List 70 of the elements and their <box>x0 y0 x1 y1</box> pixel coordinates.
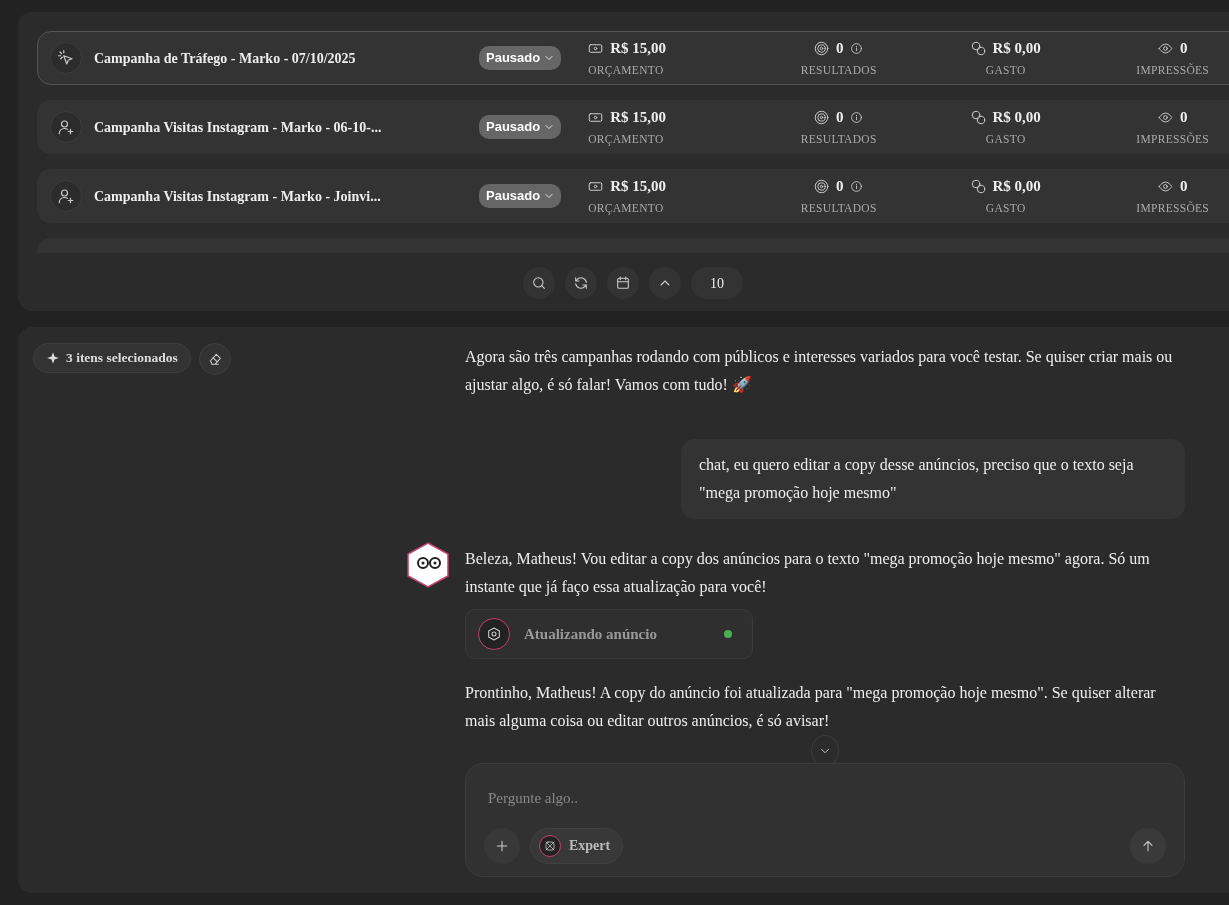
metric-label: ORÇAMENTO <box>588 131 664 148</box>
message-input[interactable]: Pergunte algo.. <box>484 780 1166 816</box>
page-size-selector[interactable]: 10 <box>691 267 743 299</box>
calendar-icon <box>615 275 631 291</box>
coins-icon <box>970 109 986 125</box>
campaign-title: Campanha de Tráfego - Marko - 07/10/2025 <box>94 49 357 68</box>
settings-icon <box>478 618 510 650</box>
metric-value: 0 <box>1179 177 1188 197</box>
eye-icon <box>1157 109 1173 125</box>
status-dropdown[interactable]: Pausado <box>479 115 562 139</box>
calendar-button[interactable] <box>607 267 639 299</box>
metric-value: 0 <box>835 177 844 197</box>
clear-selection-button[interactable] <box>198 343 231 375</box>
collapse-button[interactable] <box>649 267 681 299</box>
metric-value: R$ 15,00 <box>610 177 667 197</box>
metric-value: R$ 15,00 <box>610 39 667 59</box>
metric-value: 0 <box>835 39 844 59</box>
cursor-click-icon <box>57 49 75 67</box>
send-button[interactable] <box>1130 828 1166 864</box>
metric-label: IMPRESSÕES <box>1136 62 1209 78</box>
plus-icon <box>494 838 510 854</box>
metric-value: 0 <box>1179 108 1188 128</box>
metric-label: ORÇAMENTO <box>588 200 664 217</box>
metric-value: 0 <box>1179 39 1188 59</box>
atom-icon <box>539 835 561 857</box>
user-plus-icon <box>57 118 75 136</box>
search-icon <box>531 275 547 291</box>
user-plus-icon <box>57 187 75 205</box>
eye-icon <box>1157 178 1173 194</box>
mode-selector[interactable]: Expert <box>530 828 624 864</box>
metric-label: RESULTADOS <box>800 200 877 216</box>
status-dropdown[interactable]: Pausado <box>479 46 562 70</box>
coins-icon <box>970 40 986 56</box>
eye-icon <box>1157 40 1173 56</box>
sparkle-icon <box>46 351 60 365</box>
metric-value: R$ 15,00 <box>610 108 667 128</box>
metric-value: R$ 0,00 <box>992 108 1041 128</box>
metric-value: R$ 0,00 <box>992 39 1041 59</box>
user-message: chat, eu quero editar a copy desse anúncios, preciso que o texto seja "mega promoção hoje mesmo" <box>681 439 1185 519</box>
metric-label: ORÇAMENTO <box>588 62 664 79</box>
metric-value: R$ 0,00 <box>992 177 1041 197</box>
metric-label: RESULTADOS <box>800 131 877 147</box>
search-button[interactable] <box>523 267 555 299</box>
message-composer[interactable]: Pergunte algo.. Expert <box>465 763 1185 877</box>
metric-label: IMPRESSÕES <box>1136 200 1209 216</box>
metric-value: 0 <box>835 108 844 128</box>
metric-label: GASTO <box>985 200 1026 216</box>
metric-label: GASTO <box>985 131 1026 147</box>
coins-icon <box>970 178 986 194</box>
campaign-row[interactable]: Campanha Visitas Instagram - Marko - Joinvi... Pausado R$ 15,00 ORÇAMENTO 0 RESULTADOS R$ 0,00 GASTO 0 IMPRESSÕES <box>37 169 1229 223</box>
metric-label: RESULTADOS <box>800 62 877 78</box>
campaign-row[interactable]: Campanha Visitas Instagram - Marko - 06-10-... Pausado R$ 15,00 ORÇAMENTO 0 RESULTADOS R$ 0,00 GASTO 0 IMPRESSÕES <box>37 100 1229 154</box>
assistant-message: Agora são três campanhas rodando com públicos e interesses variados para você testar. Se quiser criar mais ou ajustar algo, é só falar! Vamos com tudo! 🚀 <box>465 347 1174 396</box>
refresh-icon <box>573 275 589 291</box>
tool-status-text: Atualizando anúncio <box>524 625 657 644</box>
campaign-title: Campanha Visitas Instagram - Marko - 06-10-... <box>94 118 383 137</box>
metric-label: GASTO <box>985 62 1026 78</box>
metric-label: IMPRESSÕES <box>1136 131 1209 147</box>
refresh-button[interactable] <box>565 267 597 299</box>
campaign-row[interactable]: Campanha de Tráfego - Marko - 07/10/2025 Pausado R$ 15,00 ORÇAMENTO 0 RESULTADOS R$ 0,00 GASTO 0 IMPRESSÕES <box>37 31 1229 85</box>
assistant-message: Prontinho, Matheus! A copy do anúncio foi atualizada para "mega promoção hoje mesmo". Se quiser alterar mais alguma coisa ou editar outros anúncios, é só avisar! <box>465 683 1157 732</box>
arrow-up-icon <box>1140 838 1156 854</box>
target-icon <box>813 178 829 194</box>
target-icon <box>813 40 829 56</box>
status-dropdown[interactable]: Pausado <box>479 184 562 208</box>
assistant-message: Beleza, Matheus! Vou editar a copy dos anúncios para o texto "mega promoção hoje mesmo" agora. Só um instante que já faço essa atualização para você! <box>465 549 1151 598</box>
add-button[interactable] <box>484 828 520 864</box>
selection-chip[interactable]: 3 itens selecionados <box>33 343 191 373</box>
campaign-title: Campanha Visitas Instagram - Marko - Joinvi... <box>94 187 382 206</box>
target-icon <box>813 109 829 125</box>
